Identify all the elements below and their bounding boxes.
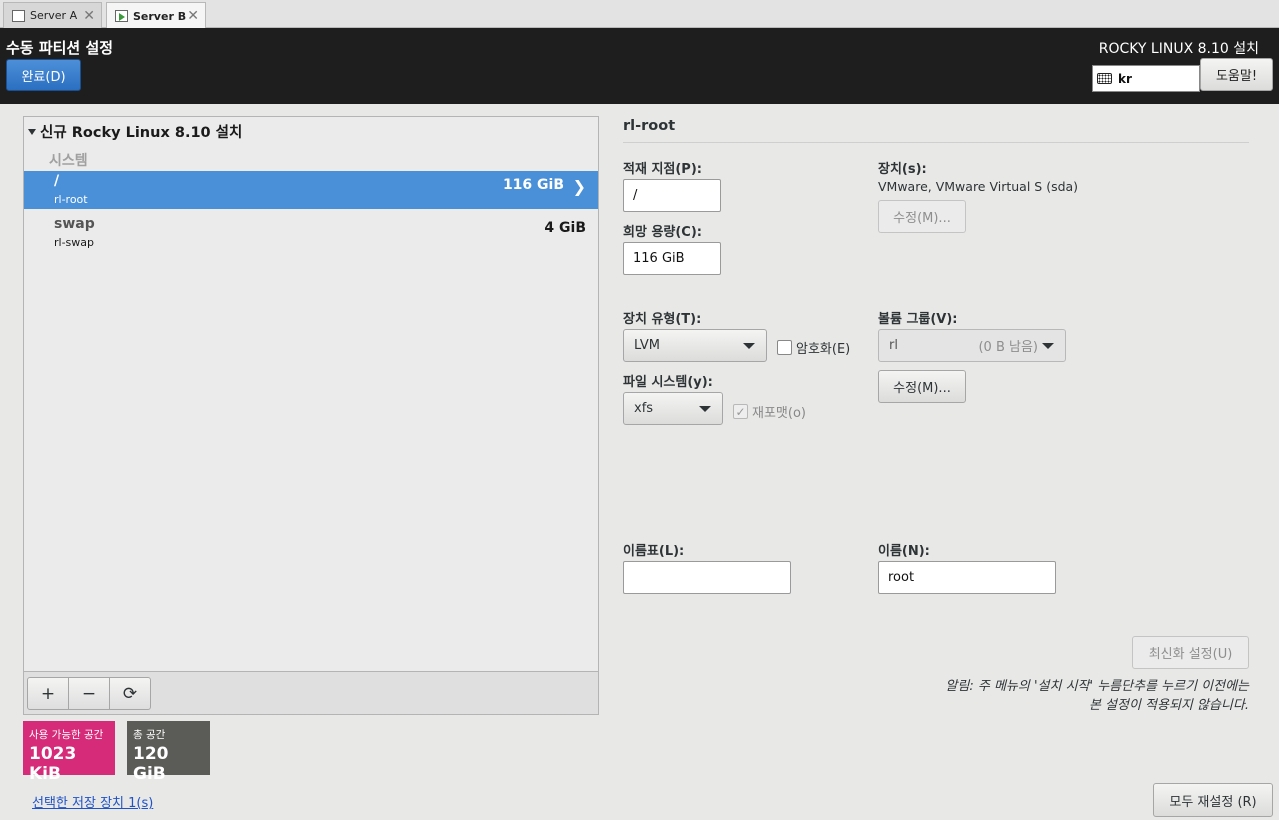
label-input[interactable] xyxy=(623,561,791,594)
notice-line-1: 알림: 주 메뉴의 '설치 시작' 누름단추를 누르기 이전에는 xyxy=(945,679,1249,694)
close-icon[interactable]: ✕ xyxy=(187,8,199,24)
device-type-label: 장치 유형(T): xyxy=(623,312,702,327)
dropdown-arrow-icon xyxy=(743,343,755,349)
mount-device: rl-root xyxy=(54,193,88,206)
reset-all-button[interactable]: 모두 재설정 (R) xyxy=(1153,783,1273,817)
volume-group-label: 볼륨 그룹(V): xyxy=(878,312,958,327)
total-space-value: 120 GiB xyxy=(133,744,169,784)
notice-line-2: 본 설정이 적용되지 않습니다. xyxy=(1088,698,1249,713)
mount-point-label: 적재 지점(P): xyxy=(623,162,702,177)
tab-label: Server A xyxy=(30,9,78,22)
available-space-value: 1023 KiB xyxy=(29,744,77,784)
keyboard-layout-value: kr xyxy=(1118,71,1132,86)
checkbox-icon[interactable] xyxy=(777,340,792,355)
encrypt-checkbox[interactable]: 암호화(E) xyxy=(777,338,850,357)
devices-modify-button[interactable]: 수정(M)... xyxy=(878,200,966,233)
page-title: 수동 파티션 설정 xyxy=(6,39,114,57)
chevron-right-icon: ❯ xyxy=(572,177,586,196)
expander-icon[interactable] xyxy=(28,128,36,135)
filesystem-select[interactable]: xfs xyxy=(623,392,723,425)
vm-icon xyxy=(12,9,25,22)
volume-group-free: (0 B 남음) xyxy=(978,340,1038,355)
detail-title: rl-root xyxy=(623,118,676,134)
done-button[interactable]: 완료(D) xyxy=(6,59,81,91)
notice-text: 알림: 주 메뉴의 '설치 시작' 누름단추를 누르기 이전에는 본 설정이 적… xyxy=(945,677,1249,715)
desired-capacity-label: 희망 용량(C): xyxy=(623,225,702,240)
add-mount-point-button[interactable]: + xyxy=(27,677,69,710)
checkmark-icon[interactable]: ✓ xyxy=(733,404,748,419)
devices-value: VMware, VMware Virtual S (sda) xyxy=(878,179,1079,194)
mount-device: rl-swap xyxy=(54,236,94,249)
volume-group-modify-button[interactable]: 수정(M)... xyxy=(878,370,966,403)
total-space-box: 총 공간 120 GiB xyxy=(127,721,210,784)
help-button[interactable]: 도움말! xyxy=(1200,58,1273,91)
tab-bar: Server A ✕ Server B ✕ xyxy=(0,0,1279,29)
mount-size: 116 GiB xyxy=(502,177,564,193)
mount-row-root[interactable]: / rl-root 116 GiB ❯ xyxy=(24,171,598,209)
mount-point: swap xyxy=(54,216,95,232)
close-icon[interactable]: ✕ xyxy=(83,8,95,24)
available-space-box: 사용 가능한 공간 1023 KiB xyxy=(23,721,115,784)
filesystem-value: xfs xyxy=(634,401,654,416)
volume-group-value: rl xyxy=(889,338,898,353)
reformat-checkbox[interactable]: ✓ 재포맷(o) xyxy=(733,402,806,421)
filesystem-label: 파일 시스템(y): xyxy=(623,375,713,390)
product-title: ROCKY LINUX 8.10 설치 xyxy=(1098,41,1259,57)
device-type-value: LVM xyxy=(634,338,660,353)
device-type-select[interactable]: LVM xyxy=(623,329,767,362)
refresh-button[interactable]: ⟳ xyxy=(109,677,151,710)
mount-toolbar: + − ⟳ xyxy=(24,671,598,714)
dropdown-arrow-icon xyxy=(1042,343,1054,349)
update-settings-button[interactable]: 최신화 설정(U) xyxy=(1132,636,1249,669)
encrypt-label: 암호화(E) xyxy=(796,342,851,357)
mount-point-input[interactable]: / xyxy=(623,179,721,212)
reformat-label: 재포맷(o) xyxy=(752,406,806,421)
remove-mount-point-button[interactable]: − xyxy=(68,677,110,710)
keyboard-icon xyxy=(1097,73,1112,84)
divider xyxy=(623,142,1249,143)
new-install-header[interactable]: 신규 Rocky Linux 8.10 설치 xyxy=(28,121,242,142)
mount-point-list-pane: 신규 Rocky Linux 8.10 설치 시스템 / rl-root 116… xyxy=(23,116,599,715)
header-bar: 수동 파티션 설정 완료(D) ROCKY LINUX 8.10 설치 kr 도… xyxy=(0,28,1279,104)
tab-label: Server B xyxy=(133,9,187,23)
label-field-label: 이름표(L): xyxy=(623,544,685,559)
keyboard-layout-indicator[interactable]: kr xyxy=(1092,65,1200,92)
system-section-label: 시스템 xyxy=(49,153,88,169)
tab-server-b[interactable]: Server B ✕ xyxy=(106,2,206,29)
name-input[interactable]: root xyxy=(878,561,1056,594)
new-install-label: 신규 Rocky Linux 8.10 설치 xyxy=(40,125,243,141)
devices-label: 장치(s): xyxy=(878,162,927,177)
name-field-label: 이름(N): xyxy=(878,544,930,559)
mount-point: / xyxy=(54,173,60,189)
mount-size: 4 GiB xyxy=(544,220,586,236)
tab-server-a[interactable]: Server A ✕ xyxy=(3,2,102,28)
dropdown-arrow-icon xyxy=(699,406,711,412)
desired-capacity-input[interactable]: 116 GiB xyxy=(623,242,721,275)
selected-storage-devices-link[interactable]: 선택한 저장 장치 1(s) xyxy=(32,792,153,811)
vm-running-icon xyxy=(115,10,128,22)
volume-group-select[interactable]: rl (0 B 남음) xyxy=(878,329,1066,362)
available-space-label: 사용 가능한 공간 xyxy=(29,729,104,741)
mount-row-swap[interactable]: swap rl-swap 4 GiB xyxy=(24,214,598,252)
total-space-label: 총 공간 xyxy=(133,729,166,741)
